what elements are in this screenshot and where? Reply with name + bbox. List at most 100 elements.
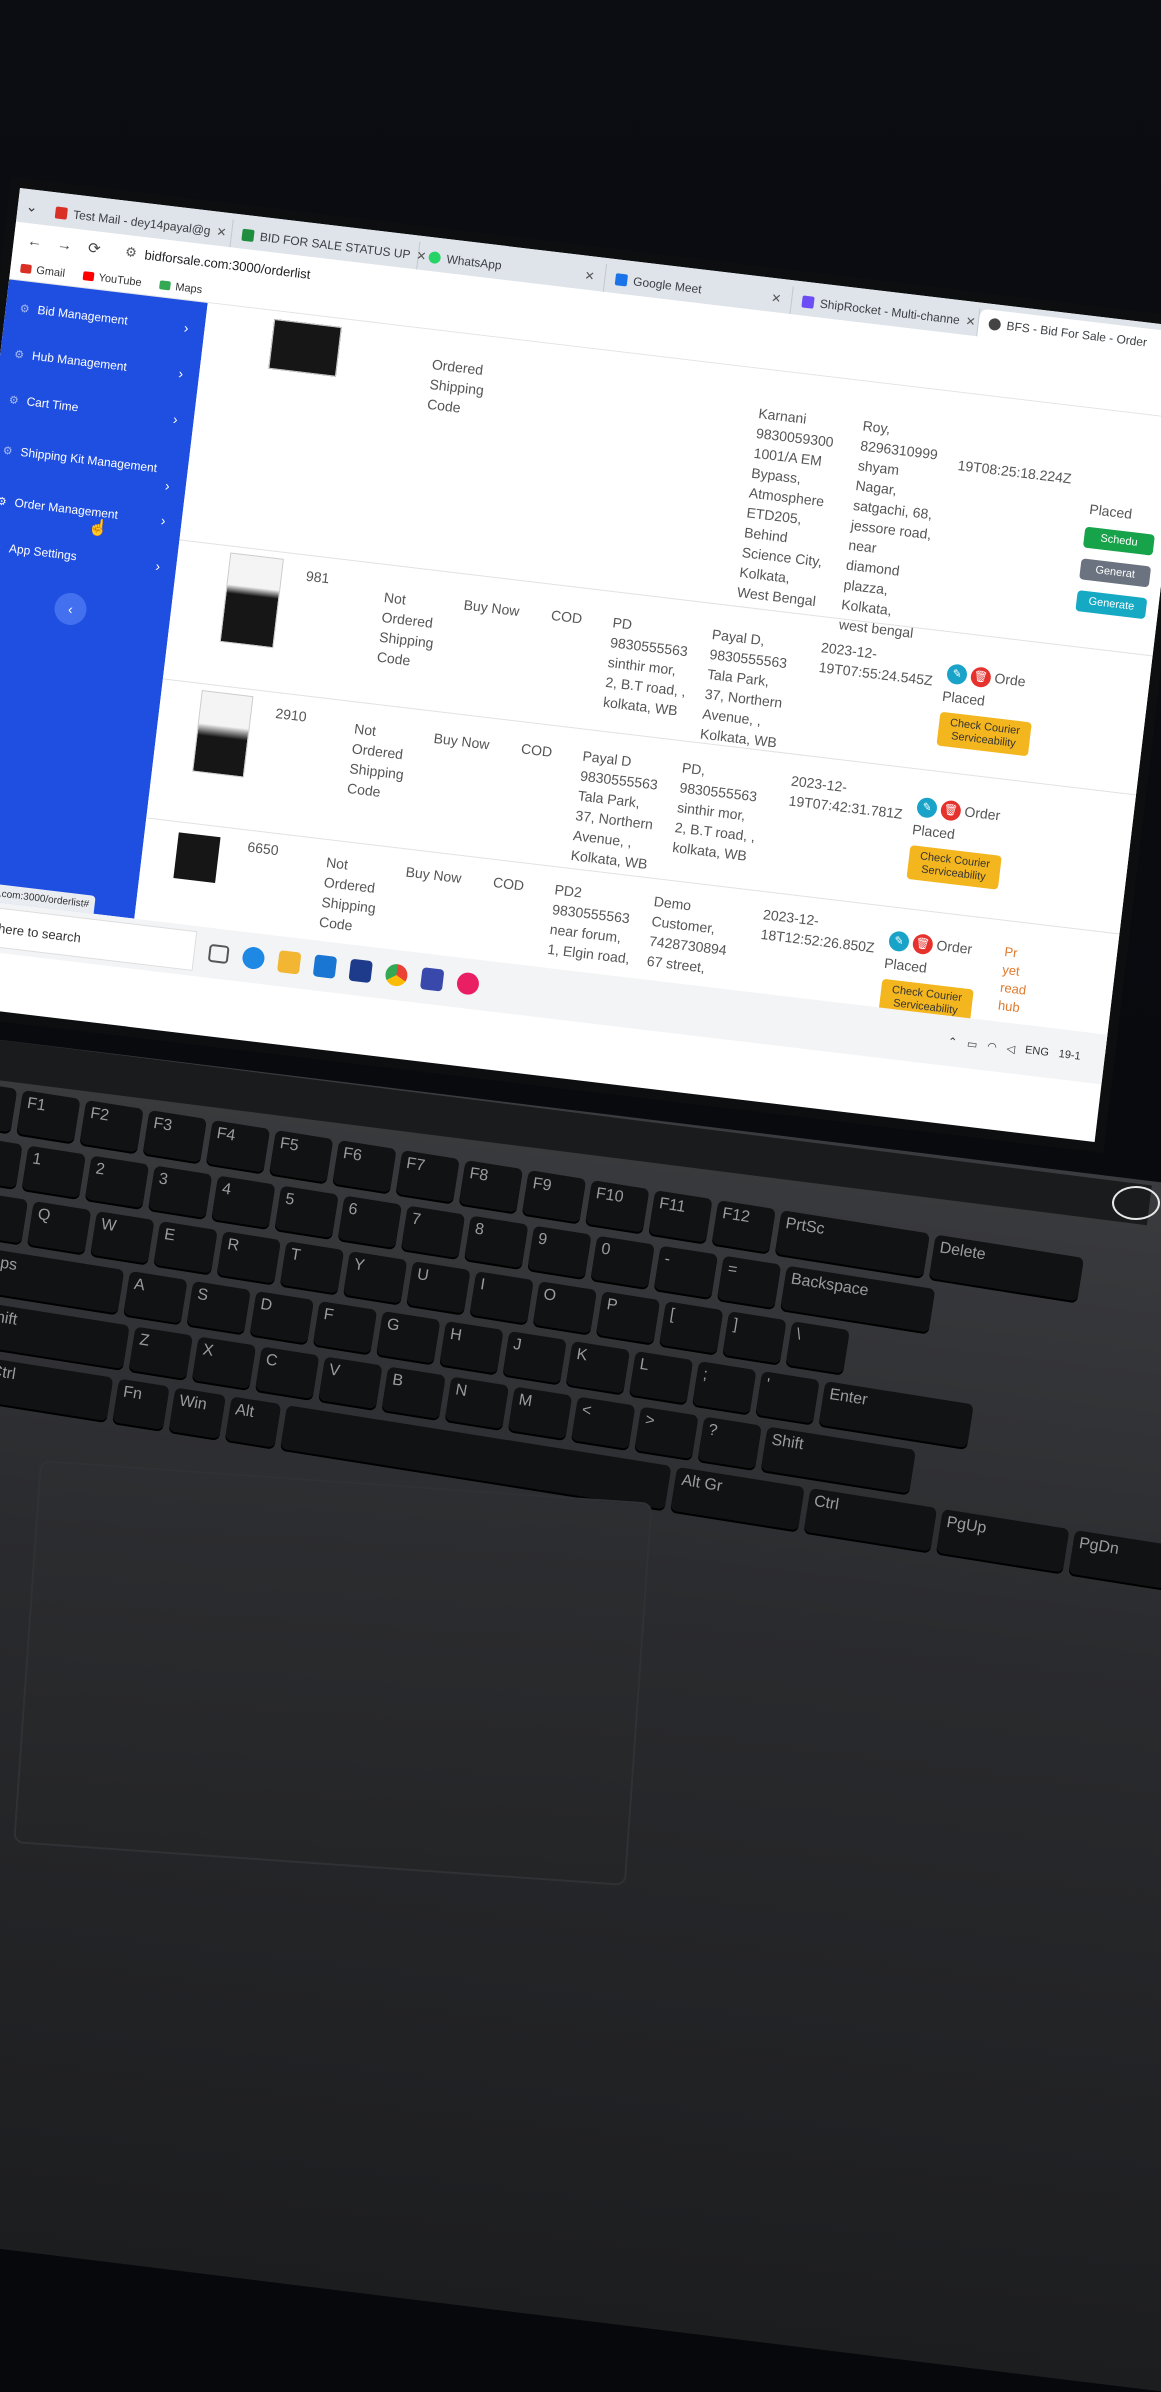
product-thumbnail[interactable]	[192, 690, 254, 778]
mail-icon[interactable]	[312, 954, 338, 979]
bookmark-gmail[interactable]: Gmail	[19, 262, 66, 279]
close-icon[interactable]: ✕	[770, 291, 782, 306]
product-thumbnail[interactable]	[173, 832, 221, 883]
keyboard-key: I	[469, 1271, 534, 1324]
schedule-button[interactable]: Schedu	[1082, 526, 1155, 556]
sidebar-collapse-button[interactable]: ‹	[52, 591, 89, 627]
shipping-address-cell: Payal D, 9830555563 Tala Park, 37, North…	[699, 626, 788, 751]
bookmark-maps[interactable]: Maps	[158, 279, 203, 296]
volume-icon[interactable]: ◁	[1006, 1041, 1016, 1055]
payment-mode-cell: COD	[520, 740, 554, 760]
keyboard-key: 2	[84, 1155, 150, 1209]
delete-icon[interactable]: 🗑	[969, 666, 992, 689]
keyboard-key: J	[502, 1331, 567, 1384]
keyboard-key: F	[312, 1301, 378, 1354]
billing-address-cell: PD2 9830555563 near forum, 1, Elgin road…	[546, 881, 631, 967]
whatsapp-icon	[428, 250, 442, 265]
chevron-up-icon[interactable]: ⌃	[947, 1034, 958, 1048]
tab-label: WhatsApp	[445, 252, 503, 273]
shipping-code-cell: Not Ordered Shipping Code	[376, 589, 435, 669]
keyboard-key: P	[595, 1291, 661, 1344]
delete-icon[interactable]: 🗑	[911, 933, 934, 956]
order-id-cell: 6650	[246, 838, 280, 859]
keyboard-key: Alt	[224, 1396, 282, 1448]
keyboard-key: F7	[395, 1150, 460, 1203]
delete-icon[interactable]: 🗑	[939, 799, 962, 822]
power-button-light	[1112, 1186, 1160, 1220]
app-icon[interactable]	[455, 971, 481, 996]
bookmark-youtube[interactable]: YouTube	[82, 270, 142, 289]
shipping-address-cell: Demo Customer, 7428730894 67 street,	[645, 893, 728, 976]
keyboard-key: F10	[585, 1180, 650, 1233]
keyboard-key: K	[565, 1341, 630, 1394]
forward-icon[interactable]: →	[55, 235, 75, 254]
touchpad	[13, 1460, 653, 1886]
task-view-icon[interactable]	[207, 943, 230, 965]
keyboard-key: Tab	[0, 1191, 29, 1244]
chevron-right-icon: ›	[154, 557, 162, 575]
keyboard-key: N	[444, 1376, 509, 1430]
keyboard-key: Z	[128, 1326, 193, 1380]
chevron-right-icon: ›	[172, 410, 179, 428]
order-status-cell: Placed	[911, 821, 956, 843]
keyboard-key: 0	[590, 1235, 655, 1289]
sidebar-item-label: Bid Management	[36, 302, 129, 328]
chevron-right-icon: ›	[177, 365, 185, 382]
keyboard-key: F1	[16, 1090, 81, 1143]
keyboard-key: Y	[343, 1251, 408, 1304]
edit-icon[interactable]: ✎	[945, 663, 969, 686]
tab-search-icon[interactable]: ⌄	[16, 188, 48, 225]
chevron-right-icon: ›	[160, 512, 167, 529]
keyboard-key: H	[439, 1321, 504, 1374]
billing-address-cell: Karnani 9830059300 1001/A EM Bypass, Atm…	[736, 405, 835, 610]
gmail-icon	[54, 206, 68, 220]
keyboard-key: R	[216, 1231, 281, 1284]
chevron-right-icon: ›	[183, 319, 190, 336]
keyboard-key: X	[191, 1336, 257, 1390]
product-thumbnail[interactable]	[268, 319, 342, 377]
store-icon[interactable]	[419, 967, 445, 992]
keyboard-key: [	[659, 1301, 724, 1354]
generate-button[interactable]: Generat	[1079, 558, 1152, 588]
edge-icon[interactable]	[241, 945, 266, 971]
clock-date[interactable]: 19-1	[1058, 1048, 1081, 1063]
site-info-icon[interactable]: ⚙	[124, 244, 137, 261]
shipping-address-cell: PD, 9830555563 sinthir mor, 2, B.T road,…	[671, 759, 758, 864]
gear-icon: ⚙	[13, 348, 25, 362]
keyboard-key: G	[376, 1311, 441, 1364]
laptop-screen: ⌄ Test Mail - dey14payal@g ✕ BID FOR SAL…	[0, 188, 1161, 1142]
keyboard-key: '	[755, 1371, 820, 1424]
sidebar-item-label: Hub Management	[31, 348, 128, 374]
keyboard-key: V	[318, 1356, 383, 1410]
keyboard-key: >	[634, 1406, 699, 1460]
order-date-cell: 2023-12- 19T07:42:31.781Z	[787, 772, 904, 822]
close-icon[interactable]: ✕	[965, 314, 977, 329]
keyboard-key: F2	[79, 1100, 144, 1153]
language-indicator[interactable]: ENG	[1024, 1044, 1049, 1059]
order-date-cell: 2023-12- 19T07:55:24.545Z	[817, 639, 934, 689]
battery-icon[interactable]: ▭	[966, 1037, 978, 1051]
google-meet-icon	[614, 273, 629, 287]
order-status-cell: Placed	[883, 954, 928, 976]
keyboard-key: ]	[722, 1311, 787, 1364]
close-icon[interactable]: ✕	[216, 225, 228, 240]
system-tray: ⌃ ▭ ◠ ◁ ENG 19-1	[947, 1034, 1081, 1063]
product-thumbnail[interactable]	[219, 552, 284, 649]
back-icon[interactable]: ←	[25, 232, 45, 251]
reload-icon[interactable]: ⟳	[84, 238, 104, 258]
close-icon[interactable]: ✕	[584, 269, 596, 284]
shipping-address-cell: Roy, 8296310999 shyam Nagar, satgachi, 6…	[838, 417, 939, 641]
wifi-icon[interactable]: ◠	[987, 1039, 998, 1053]
generate-button[interactable]: Generate	[1075, 590, 1148, 620]
check-courier-serviceability-button[interactable]: Check Courier Serviceability	[906, 845, 1002, 890]
check-courier-serviceability-button[interactable]: Check Courier Serviceability	[936, 711, 1032, 757]
chrome-icon[interactable]	[384, 962, 409, 988]
keyboard-key: PgDn	[1068, 1529, 1161, 1594]
lens-app-icon[interactable]	[348, 958, 373, 984]
order-date-cell: 19T08:25:18.224Z	[956, 457, 1073, 487]
keyboard-key: Esc	[0, 1080, 18, 1133]
keyboard-key: F11	[648, 1190, 713, 1243]
file-explorer-icon[interactable]	[276, 950, 302, 975]
edit-icon[interactable]: ✎	[915, 796, 939, 820]
edit-icon[interactable]: ✎	[887, 930, 911, 953]
